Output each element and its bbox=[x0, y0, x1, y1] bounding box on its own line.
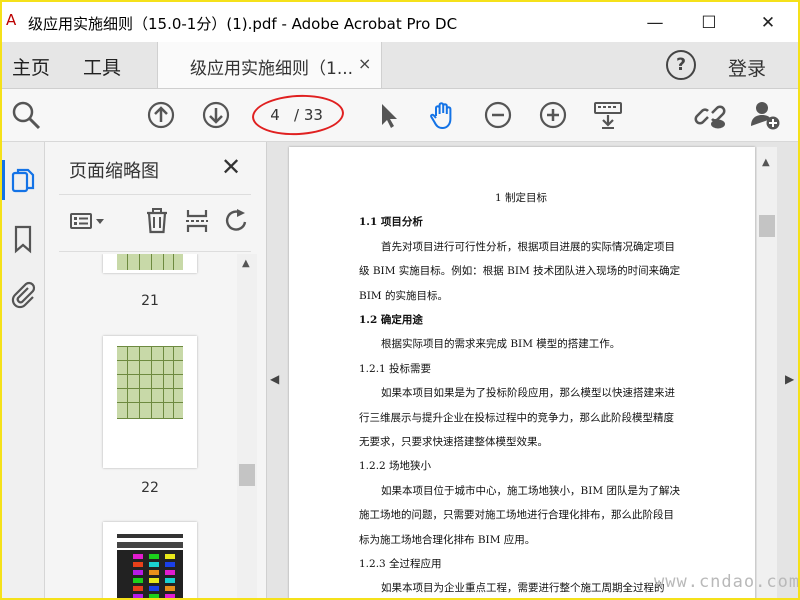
document-text-line: BIM 的实施目标。 bbox=[359, 289, 448, 302]
document-text-line: 如果本项目位于城市中心，施工场地狭小，BIM 团队是为了解决 bbox=[381, 484, 680, 497]
page-navigator: 4 / 33 bbox=[251, 92, 345, 138]
acrobat-logo-icon: A bbox=[6, 11, 17, 29]
document-scrollbar[interactable]: ▲ bbox=[757, 147, 777, 598]
panel-close-icon[interactable]: ✕ bbox=[221, 153, 241, 181]
add-user-icon[interactable] bbox=[749, 99, 781, 131]
thumbnail-page-number: 22 bbox=[141, 480, 159, 496]
collapse-left-panel-icon[interactable]: ◀ bbox=[270, 372, 279, 386]
minimize-button[interactable]: — bbox=[640, 12, 670, 34]
thumbnail-scrollbar[interactable]: ▲ bbox=[237, 254, 257, 598]
document-tab[interactable]: 级应用实施细则（1... × bbox=[157, 42, 382, 88]
scrollbar-thumb[interactable] bbox=[759, 215, 775, 237]
panel-title: 页面缩略图 bbox=[69, 161, 159, 182]
maximize-button[interactable]: ☐ bbox=[694, 12, 724, 34]
thumbnail-page[interactable] bbox=[103, 522, 197, 598]
document-text-line: 如果本项目如果是为了投标阶段应用，那么模型以快速搭建来进 bbox=[381, 387, 675, 400]
bookmark-icon[interactable] bbox=[8, 224, 38, 254]
document-text-line: 施工场地的问题，只需要对施工场地进行合理化排布，那么此阶段目 bbox=[359, 509, 674, 522]
watermark: www.cndao.com bbox=[654, 572, 800, 592]
page-up-icon[interactable] bbox=[145, 99, 177, 131]
document-text-line: 1.2.2 场地狭小 bbox=[359, 460, 432, 473]
zoom-out-icon[interactable] bbox=[482, 99, 514, 131]
document-text-line: 行三维展示与提升企业在投标过程中的竞争力，那么此阶段模型精度 bbox=[359, 411, 674, 424]
close-tab-icon[interactable]: × bbox=[358, 54, 371, 73]
document-text-line: 1.2.3 全过程应用 bbox=[359, 558, 442, 570]
help-icon[interactable]: ? bbox=[666, 50, 696, 80]
hand-icon[interactable] bbox=[427, 99, 459, 131]
login-button[interactable]: 登录 bbox=[728, 54, 766, 81]
document-text-line: 首先对项目进行可行性分析，根据项目进展的实际情况确定项目 bbox=[381, 240, 675, 253]
annotation-circle bbox=[251, 92, 345, 138]
active-indicator bbox=[2, 160, 5, 200]
tab-tools[interactable]: 工具 bbox=[83, 53, 121, 80]
document-text-line: 标为施工场地合理化排布 BIM 应用。 bbox=[359, 533, 536, 546]
document-text-line: 如果本项目为企业重点工程，需要进行整个施工周期全过程的 bbox=[381, 582, 665, 595]
document-text-line: 1 制定目标 bbox=[495, 192, 548, 204]
search-icon[interactable] bbox=[10, 99, 42, 131]
pdf-page: 1 制定目标 1.1 项目分析首先对项目进行可行性分析，根据项目进展的实际情况确定… bbox=[289, 147, 755, 598]
thumbnail-page[interactable] bbox=[103, 336, 197, 468]
document-text-line: 无要求，只要求快速搭建整体模型效果。 bbox=[359, 436, 548, 448]
rotate-page-icon[interactable] bbox=[223, 207, 251, 235]
document-text-line: 1.2.1 投标需要 bbox=[359, 362, 432, 375]
app-window: A 级应用实施细则（15.0-1分）(1).pdf - Adobe Acroba… bbox=[0, 0, 800, 600]
window-title: 级应用实施细则（15.0-1分）(1).pdf - Adobe Acrobat … bbox=[28, 15, 458, 33]
scroll-up-icon[interactable]: ▲ bbox=[762, 157, 770, 168]
scroll-up-icon[interactable]: ▲ bbox=[242, 258, 250, 269]
expand-right-panel-icon[interactable]: ▶ bbox=[785, 372, 794, 386]
document-text-line: 级 BIM 实施目标。例如：根据 BIM 技术团队进入现场的时间来确定 bbox=[359, 265, 681, 278]
delete-page-icon[interactable] bbox=[143, 207, 171, 235]
zoom-in-icon[interactable] bbox=[537, 99, 569, 131]
document-text-line: 1.1 项目分析 bbox=[359, 216, 423, 229]
thumbnail-list: 21 22 bbox=[45, 254, 245, 598]
tab-home[interactable]: 主页 bbox=[12, 53, 50, 80]
keyboard-icon[interactable] bbox=[592, 99, 624, 131]
document-text-line: 1.2 确定用途 bbox=[359, 314, 423, 326]
scrollbar-thumb[interactable] bbox=[239, 464, 255, 486]
close-window-button[interactable]: ✕ bbox=[753, 12, 783, 34]
document-text-line: 根据实际项目的需求来完成 BIM 模型的搭建工作。 bbox=[381, 338, 621, 351]
pages-icon[interactable] bbox=[8, 166, 38, 196]
insert-page-icon[interactable] bbox=[183, 207, 211, 235]
thumbnails-panel: 页面缩略图 ✕ 21 22 ▲ bbox=[45, 142, 267, 598]
select-arrow-icon[interactable] bbox=[372, 99, 404, 131]
menu-tab-bar: 主页 工具 级应用实施细则（1... × ? 登录 bbox=[2, 42, 798, 89]
document-tab-label: 级应用实施细则（1... bbox=[190, 59, 354, 79]
panel-toolbar bbox=[59, 194, 251, 252]
attachment-icon[interactable] bbox=[8, 280, 38, 310]
page-down-icon[interactable] bbox=[200, 99, 232, 131]
share-link-icon[interactable] bbox=[694, 99, 726, 131]
title-bar: A 级应用实施细则（15.0-1分）(1).pdf - Adobe Acroba… bbox=[2, 2, 798, 42]
chevron-down-icon[interactable] bbox=[93, 207, 107, 235]
main-toolbar: 4 / 33 bbox=[2, 89, 798, 142]
thumbnail-page[interactable] bbox=[103, 254, 197, 273]
thumbnail-page-number: 21 bbox=[141, 293, 159, 309]
navigation-rail bbox=[2, 142, 45, 598]
